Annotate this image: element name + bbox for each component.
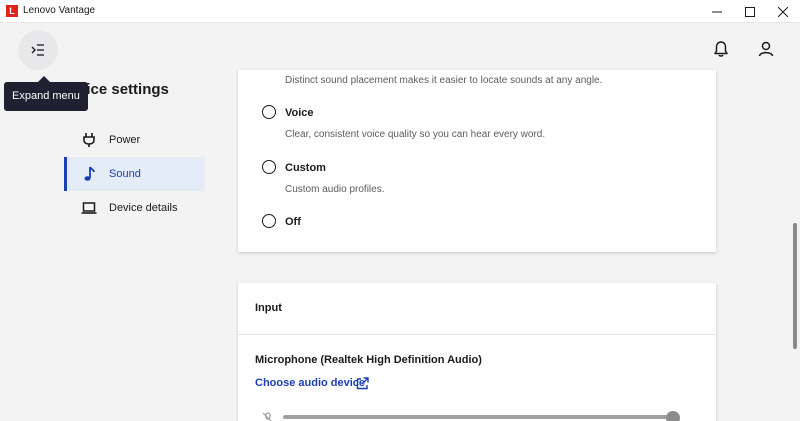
maximize-icon: [745, 6, 755, 17]
option-description: Distinct sound placement makes it easier…: [285, 75, 603, 86]
tooltip-text: Expand menu: [12, 90, 80, 102]
option-description-custom: Custom audio profiles.: [285, 184, 385, 195]
expand-menu-button[interactable]: [18, 30, 58, 70]
bell-icon: [714, 41, 728, 57]
user-icon: [758, 41, 774, 57]
microphone-volume-slider-thumb[interactable]: [666, 411, 681, 421]
microphone-muted-icon: [262, 411, 274, 421]
option-label-off[interactable]: Off: [285, 216, 301, 228]
input-card: [238, 283, 716, 421]
laptop-icon: [81, 200, 97, 216]
sidebar-item-label: Power: [109, 134, 141, 146]
notifications-button[interactable]: [712, 40, 730, 58]
music-note-icon: [81, 166, 97, 182]
sidebar-item-device-details[interactable]: Device details: [64, 191, 205, 225]
expand-menu-tooltip: Expand menu: [4, 76, 88, 111]
minimize-button[interactable]: [700, 0, 734, 23]
input-section-title: Input: [255, 302, 282, 314]
maximize-button[interactable]: [733, 0, 767, 23]
option-label-custom[interactable]: Custom: [285, 162, 326, 174]
lenovo-logo-icon: L: [6, 5, 18, 17]
window-title: Lenovo Vantage: [23, 5, 96, 16]
radio-custom[interactable]: [262, 160, 276, 174]
scrollbar-thumb[interactable]: [793, 223, 797, 349]
choose-audio-device-link[interactable]: Choose audio device: [255, 377, 365, 389]
page-scrollbar[interactable]: [790, 23, 800, 421]
tooltip-arrow: [38, 76, 50, 82]
account-button[interactable]: [757, 40, 775, 58]
microphone-device-name: Microphone (Realtek High Definition Audi…: [255, 354, 482, 366]
external-link-icon[interactable]: [356, 377, 369, 390]
option-description-voice: Clear, consistent voice quality so you c…: [285, 129, 546, 140]
sidebar-item-sound[interactable]: Sound: [64, 157, 205, 191]
option-label-voice[interactable]: Voice: [285, 107, 314, 119]
minimize-icon: [712, 11, 722, 12]
close-button[interactable]: [766, 0, 800, 23]
title-bar: L Lenovo Vantage: [0, 0, 800, 23]
power-plug-icon: [81, 132, 97, 148]
sidebar-item-label: Device details: [109, 202, 178, 214]
card-divider: [238, 334, 716, 335]
menu-expand-icon: [31, 44, 44, 56]
sidebar-item-power[interactable]: Power: [64, 123, 205, 157]
microphone-volume-slider[interactable]: [283, 415, 677, 419]
sidebar-item-label: Sound: [109, 168, 141, 180]
sound-mode-card: [238, 70, 716, 252]
close-icon: [778, 6, 788, 17]
radio-voice[interactable]: [262, 105, 276, 119]
page-title: vice settings: [78, 81, 169, 98]
radio-off[interactable]: [262, 214, 276, 228]
